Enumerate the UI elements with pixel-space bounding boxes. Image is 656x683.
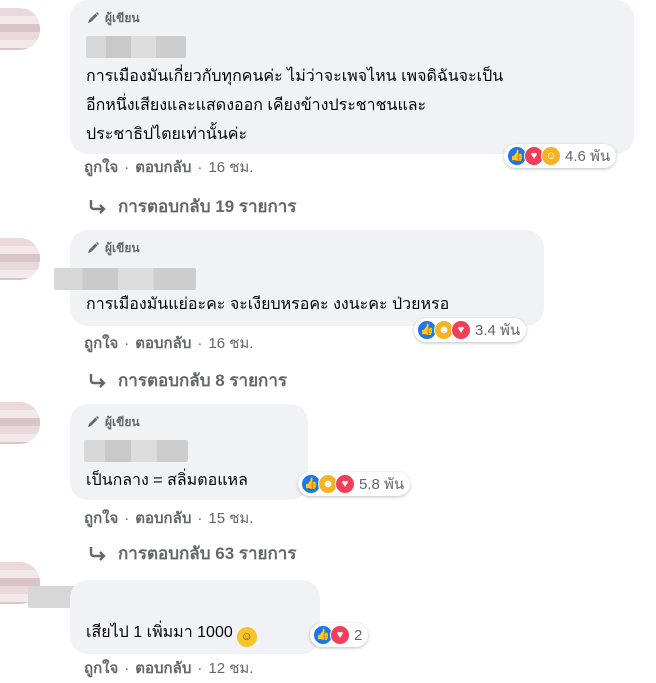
reaction-icons: 👍 ♥ ☺ <box>507 146 561 166</box>
reaction-summary[interactable]: 👍 ☻ ♥ 5.8 พัน <box>298 472 411 496</box>
reaction-count: 3.4 พัน <box>475 322 521 339</box>
reply-arrow-icon <box>89 547 106 561</box>
reply-link[interactable]: ตอบกลับ <box>135 656 191 680</box>
comment-actions: ถูกใจ · ตอบกลับ · 16 ชม. <box>84 155 253 179</box>
like-link[interactable]: ถูกใจ <box>84 506 118 530</box>
comment-actions: ถูกใจ · ตอบกลับ · 12 ชม. <box>84 656 253 680</box>
comment-bubble: ผู้เขียน เป็นกลาง = สลิ่มตอแหล <box>70 404 308 500</box>
comment-bubble: ผู้เขียน การเมืองมันเกี่ยวกับทุกคนค่ะ ไม… <box>70 0 634 154</box>
view-replies[interactable]: การตอบกลับ 8 รายการ <box>88 367 287 393</box>
reply-link[interactable]: ตอบกลับ <box>135 155 191 179</box>
comment-text: เสียไป 1 เพิ่มมา 1000 ☺ <box>86 618 257 647</box>
love-reaction-icon: ♥ <box>330 625 350 645</box>
separator: · <box>124 659 130 677</box>
comment-text: การเมืองมันแย่อะคะ จะเงียบหรอคะ งงนะคะ ป… <box>86 296 450 313</box>
author-badge: ผู้เขียน <box>86 9 140 27</box>
author-badge-label: ผู้เขียน <box>105 414 140 429</box>
view-replies[interactable]: การตอบกลับ 63 รายการ <box>88 540 296 566</box>
separator: · <box>124 509 130 527</box>
timestamp[interactable]: 12 ชม. <box>208 656 253 680</box>
comment-actions: ถูกใจ · ตอบกลับ · 15 ชม. <box>84 506 253 530</box>
like-link[interactable]: ถูกใจ <box>84 155 118 179</box>
comment-text: เป็นกลาง = สลิ่มตอแหล <box>86 472 248 489</box>
author-name[interactable] <box>54 268 196 290</box>
separator: · <box>197 659 203 677</box>
avatar[interactable] <box>0 8 40 50</box>
reply-arrow-icon <box>89 200 106 214</box>
view-replies[interactable]: การตอบกลับ 19 รายการ <box>88 193 296 219</box>
comment-bubble: เสียไป 1 เพิ่มมา 1000 ☺ <box>70 580 320 654</box>
timestamp[interactable]: 15 ชม. <box>208 506 253 530</box>
comment-actions: ถูกใจ · ตอบกลับ · 16 ชม. <box>84 331 253 355</box>
reaction-count: 2 <box>354 626 363 644</box>
author-name[interactable] <box>84 440 188 462</box>
reaction-summary[interactable]: 👍 ☻ ♥ 3.4 พัน <box>414 318 527 342</box>
reaction-icons: 👍 ☻ ♥ <box>417 320 471 340</box>
care-reaction-icon: ☺ <box>541 146 561 166</box>
author-badge: ผู้เขียน <box>86 413 140 431</box>
pen-icon <box>88 416 99 427</box>
avatar[interactable] <box>0 238 40 280</box>
separator: · <box>124 334 130 352</box>
separator: · <box>197 334 203 352</box>
timestamp[interactable]: 16 ชม. <box>208 331 253 355</box>
like-link[interactable]: ถูกใจ <box>84 656 118 680</box>
author-badge-label: ผู้เขียน <box>105 10 140 25</box>
reply-link[interactable]: ตอบกลับ <box>135 506 191 530</box>
grinning-face-icon: ☺ <box>236 626 257 647</box>
timestamp[interactable]: 16 ชม. <box>208 155 253 179</box>
separator: · <box>197 509 203 527</box>
separator: · <box>124 158 130 176</box>
reaction-count: 4.6 พัน <box>565 148 611 165</box>
pen-icon <box>88 242 99 253</box>
author-badge-label: ผู้เขียน <box>105 240 140 255</box>
reply-link[interactable]: ตอบกลับ <box>135 331 191 355</box>
reaction-icons: 👍 ♥ <box>313 625 350 645</box>
pen-icon <box>88 12 99 23</box>
reaction-summary[interactable]: 👍 ♥ ☺ 4.6 พัน <box>504 144 617 168</box>
author-name[interactable] <box>86 36 186 58</box>
like-link[interactable]: ถูกใจ <box>84 331 118 355</box>
reply-arrow-icon <box>89 374 106 388</box>
reaction-count: 5.8 พัน <box>359 476 405 493</box>
replies-label: การตอบกลับ 19 รายการ <box>118 196 297 216</box>
replies-label: การตอบกลับ 63 รายการ <box>118 543 297 563</box>
love-reaction-icon: ♥ <box>335 474 355 494</box>
comment-text: การเมืองมันเกี่ยวกับทุกคนค่ะ ไม่ว่าจะเพจ… <box>86 68 504 143</box>
love-reaction-icon: ♥ <box>451 320 471 340</box>
reaction-summary[interactable]: 👍 ♥ 2 <box>310 623 369 647</box>
replies-label: การตอบกลับ 8 รายการ <box>118 370 288 390</box>
author-badge: ผู้เขียน <box>86 239 140 257</box>
avatar[interactable] <box>0 402 40 444</box>
reaction-icons: 👍 ☻ ♥ <box>301 474 355 494</box>
comment-bubble: ผู้เขียน การเมืองมันแย่อะคะ จะเงียบหรอคะ… <box>54 230 544 326</box>
separator: · <box>197 158 203 176</box>
comment-text-content: เสียไป 1 เพิ่มมา 1000 <box>86 624 233 641</box>
